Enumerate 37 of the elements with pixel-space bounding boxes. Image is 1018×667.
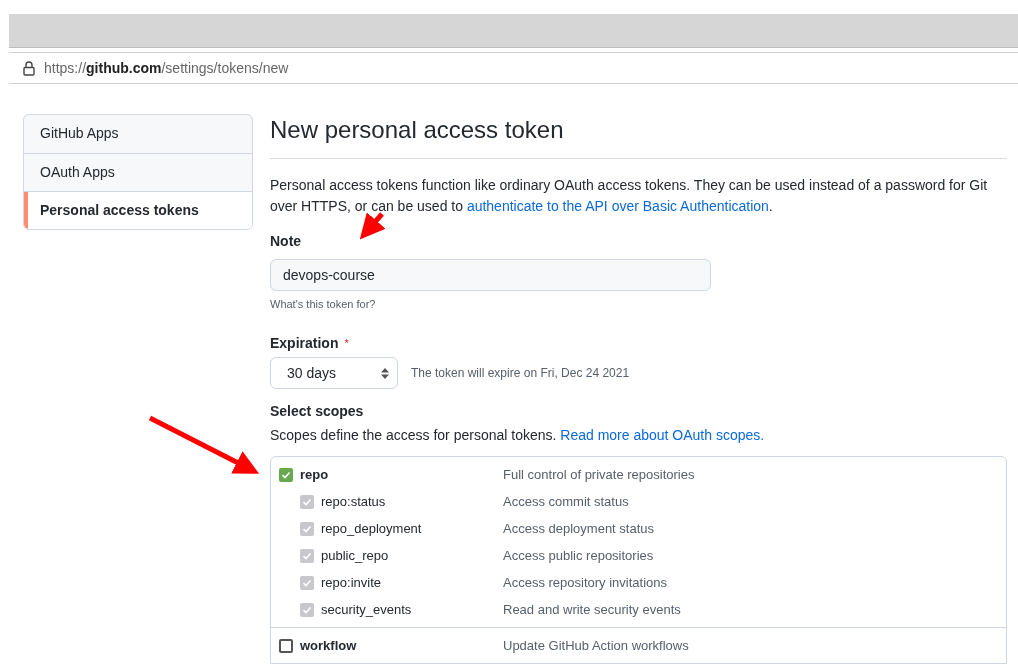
- scope-description: Read and write security events: [503, 600, 681, 619]
- scope-name: public_repo: [321, 546, 390, 565]
- scope-description: Access public repositories: [503, 546, 654, 565]
- scope-description: Full control of private repositories: [503, 465, 695, 484]
- scope-name: workflow: [300, 636, 358, 655]
- expiration-note: The token will expire on Fri, Dec 24 2021: [411, 365, 630, 382]
- scope-description: Update GitHub Action workflows: [503, 636, 689, 655]
- checkbox[interactable]: [279, 467, 293, 482]
- scope-name: security_events: [321, 600, 413, 619]
- scope-name: repo: [300, 465, 330, 484]
- annotation-arrow: [359, 212, 386, 240]
- checkbox[interactable]: [279, 638, 293, 653]
- updown-icon: [381, 367, 389, 379]
- url-text: https://github.com/settings/tokens/new: [44, 58, 289, 78]
- scope-name: repo:status: [321, 492, 387, 511]
- field-label: Expiration: [270, 334, 339, 353]
- link[interactable]: Read more about OAuth scopes.: [560, 427, 765, 443]
- address-bar[interactable]: https://github.com/settings/tokens/new: [9, 52, 1018, 84]
- scope-name: repo:invite: [321, 573, 382, 592]
- link[interactable]: authenticate to the API over Basic Authentication: [466, 198, 769, 214]
- note-field[interactable]: devops-course: [270, 259, 711, 291]
- intro-text: Personal access tokens function like ordinary OAuth access tokens. They can be used instead of a password for Git over HTTPS, or can be used to authenticate to the API over Basic Authentication.: [270, 176, 989, 216]
- lock-icon: [23, 60, 35, 76]
- sidebar-item[interactable]: Personal access tokens: [24, 191, 252, 229]
- check-icon: [281, 469, 291, 480]
- field-label: Note: [270, 232, 303, 251]
- section-label: Select scopes: [270, 402, 365, 421]
- expiration-select[interactable]: 30 days: [270, 357, 398, 389]
- sidebar-item[interactable]: GitHub Apps: [24, 115, 252, 153]
- scope-description: Access commit status: [503, 492, 629, 511]
- scope-description: Access repository invitations: [503, 573, 667, 592]
- hint-text: What's this token for?: [270, 298, 376, 310]
- scope-description: Access deployment status: [503, 519, 655, 538]
- required-mark: *: [344, 336, 349, 351]
- scopes-text: Scopes define the access for personal tokens. Read more about OAuth scopes.: [270, 426, 766, 445]
- scope-name: repo_deployment: [321, 519, 423, 538]
- page-title: New personal access token: [270, 114, 1007, 159]
